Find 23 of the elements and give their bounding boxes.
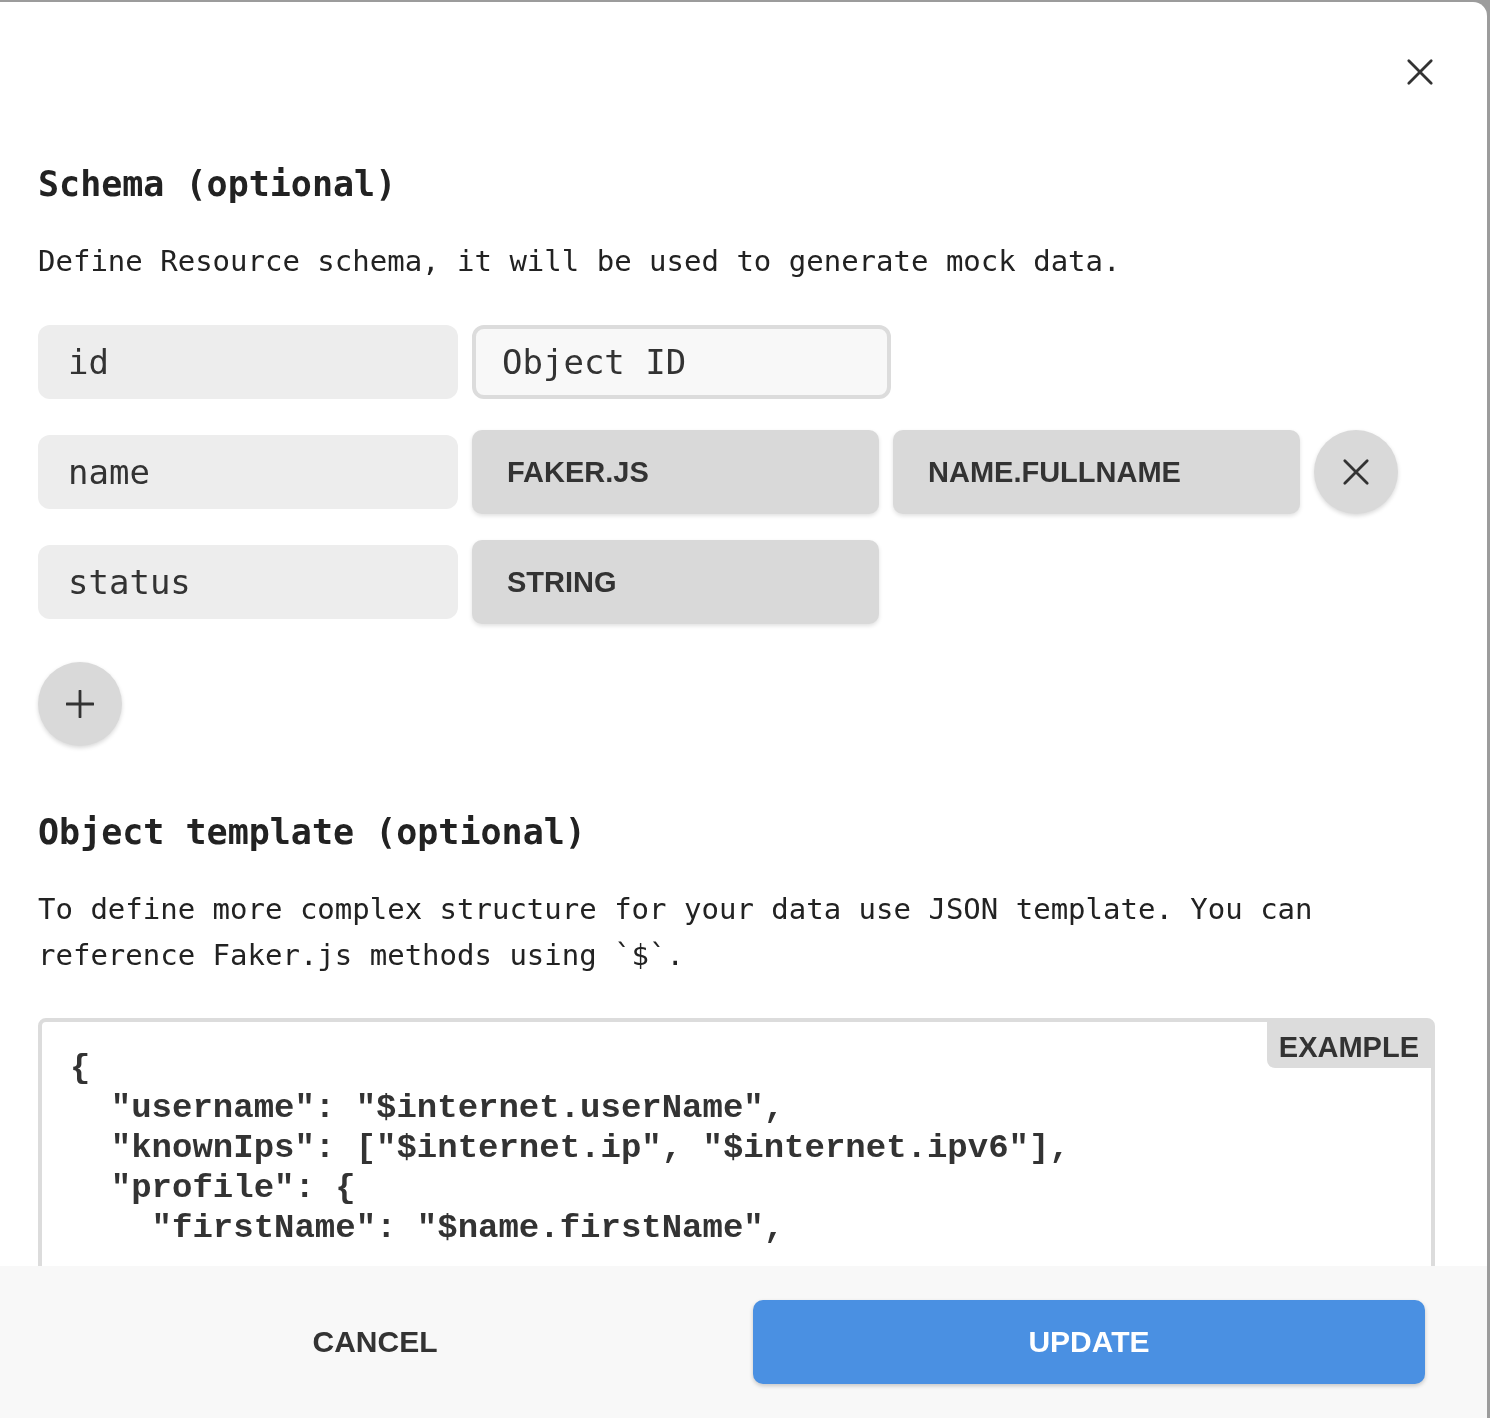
- code-line: "knownIps": ["$internet.ip", "$internet.ipv6"],: [109, 1128, 1071, 1168]
- type-select[interactable]: FAKER.JS: [472, 430, 879, 514]
- cancel-button[interactable]: CANCEL: [38, 1300, 712, 1384]
- remove-button[interactable]: [1314, 430, 1398, 514]
- field-name-input[interactable]: status: [38, 545, 458, 619]
- code-line: "username": "$internet.userName",: [109, 1088, 786, 1128]
- plus-icon: [66, 690, 94, 718]
- value-input[interactable]: Object ID: [472, 325, 891, 399]
- section-description: Define Resource schema, it will be used to generate mock data.: [38, 243, 1122, 280]
- section-title: Schema (optional): [38, 163, 398, 206]
- field-name-input[interactable]: name: [38, 435, 458, 509]
- section-description: To define more complex structure for your data use JSON template. You can reference Faker.js methods using `$`.: [38, 891, 1314, 974]
- section-title: Object template (optional): [38, 811, 587, 854]
- field-name-input[interactable]: id: [38, 325, 458, 399]
- close-icon: [1406, 58, 1434, 86]
- type-select[interactable]: NAME.FULLNAME: [893, 430, 1300, 514]
- code-line: {: [70, 1048, 92, 1088]
- type-select[interactable]: STRING: [472, 540, 879, 624]
- close-icon: [1342, 458, 1370, 486]
- example-badge: EXAMPLE: [1266, 1022, 1431, 1068]
- add-button[interactable]: [38, 662, 122, 746]
- code-line: "profile": {: [109, 1168, 357, 1208]
- code-line: "firstName": "$name.firstName",: [150, 1208, 786, 1248]
